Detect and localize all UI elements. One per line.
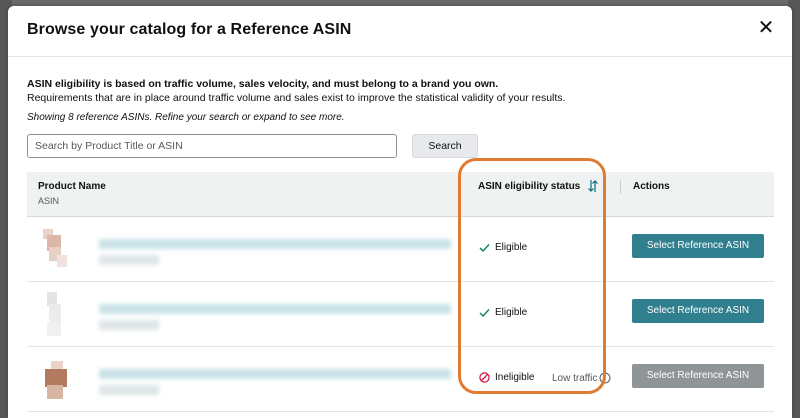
prohibited-icon (479, 372, 490, 383)
search-input[interactable] (27, 134, 397, 158)
product-title-blurred (99, 369, 451, 379)
asin-blurred (99, 385, 159, 395)
select-reference-asin-button[interactable]: Select Reference ASIN (632, 299, 764, 323)
ineligibility-reason: Low traffic (552, 372, 611, 384)
product-thumbnail (45, 361, 67, 399)
table-row: Eligible Select Reference ASIN (27, 282, 774, 347)
select-reference-asin-button[interactable]: Select Reference ASIN (632, 234, 764, 258)
reference-asin-modal: Browse your catalog for a Reference ASIN… (8, 6, 792, 418)
column-header-asin: ASIN (38, 196, 60, 206)
product-thumbnail (47, 292, 61, 336)
eligibility-status: Ineligible (479, 372, 534, 383)
close-icon: ✕ (757, 17, 775, 39)
column-header-eligibility-status[interactable]: ASIN eligibility status (478, 181, 580, 192)
asin-blurred (99, 320, 159, 330)
eligibility-status: Eligible (479, 307, 527, 318)
sort-icon[interactable] (587, 179, 599, 193)
check-icon (479, 243, 490, 252)
modal-header: Browse your catalog for a Reference ASIN… (8, 6, 792, 57)
table-row: Ineligible Low traffic Select Reference … (27, 347, 774, 412)
results-count-note: Showing 8 reference ASINs. Refine your s… (27, 112, 345, 123)
column-header-product-name: Product Name (38, 181, 106, 192)
eligibility-status: Eligible (479, 242, 527, 253)
product-thumbnail (43, 229, 67, 267)
asin-blurred (99, 255, 159, 265)
search-button[interactable]: Search (412, 134, 478, 158)
ineligibility-reason-text: Low traffic (552, 372, 598, 384)
table-header: Product Name ASIN ASIN eligibility statu… (27, 172, 774, 217)
eligibility-status-text: Eligible (495, 242, 528, 253)
close-button[interactable]: ✕ (756, 18, 776, 38)
eligibility-status-text: Eligible (495, 307, 528, 318)
eligibility-status-text: Ineligible (495, 372, 535, 383)
check-icon (479, 308, 490, 317)
info-icon[interactable] (599, 372, 611, 384)
eligibility-description: ASIN eligibility is based on traffic vol… (27, 78, 499, 90)
product-title-blurred (99, 239, 451, 249)
select-reference-asin-button-disabled[interactable]: Select Reference ASIN (632, 364, 764, 388)
requirements-description: Requirements that are in place around tr… (27, 92, 566, 104)
product-title-blurred (99, 304, 451, 314)
modal-title: Browse your catalog for a Reference ASIN (27, 21, 352, 38)
column-divider (620, 180, 621, 194)
table-row: Eligible Select Reference ASIN (27, 217, 774, 282)
column-header-actions: Actions (633, 181, 670, 192)
